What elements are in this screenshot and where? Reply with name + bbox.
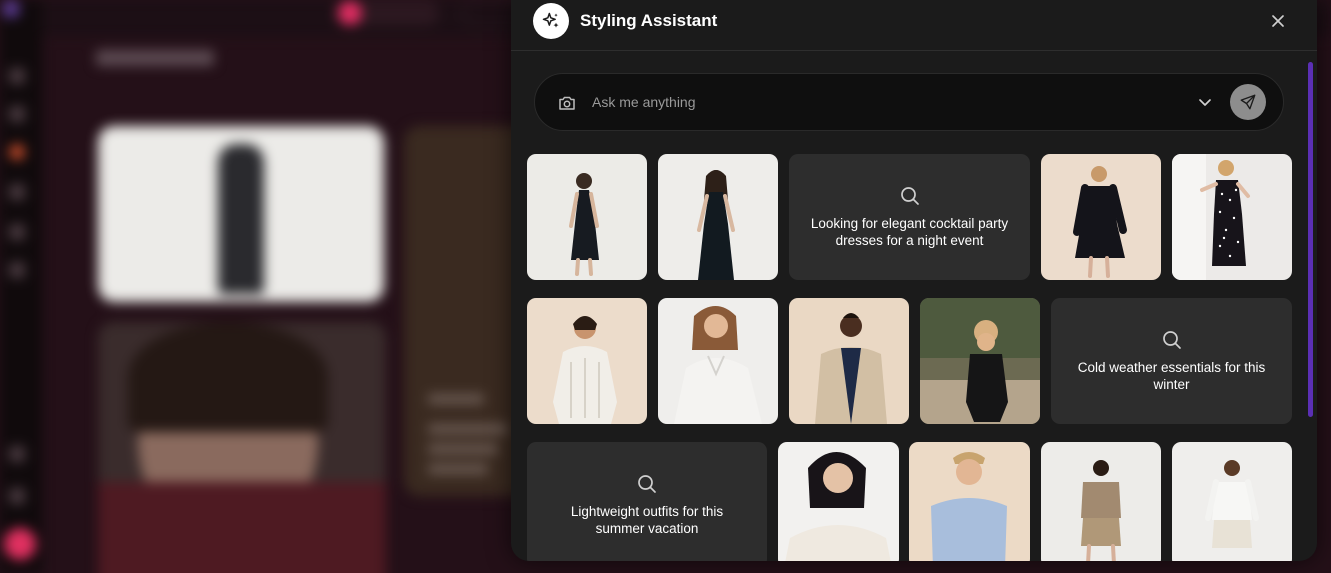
sidebar-icon xyxy=(9,446,25,462)
prompt-suggestion-cocktail[interactable]: Looking for elegant cocktail party dress… xyxy=(789,154,1030,280)
product-image-black-shift-dress[interactable] xyxy=(527,154,647,280)
scrollbar[interactable] xyxy=(1308,62,1313,417)
background-card xyxy=(98,126,384,302)
background-card xyxy=(98,322,386,573)
sidebar-icon xyxy=(9,184,25,200)
panel-header: Styling Assistant xyxy=(511,0,1317,51)
product-image-polka-dot-dress[interactable] xyxy=(1172,154,1292,280)
search-icon xyxy=(638,475,656,493)
prompt-text: Looking for elegant cocktail party dress… xyxy=(810,216,1009,248)
product-image-black-sweater-dress[interactable] xyxy=(1041,154,1161,280)
sidebar-icon xyxy=(9,224,25,240)
send-icon xyxy=(1240,94,1256,110)
background-heading xyxy=(96,50,214,66)
prompt-text: Cold weather essentials for this winter xyxy=(1077,360,1266,392)
dropdown-button[interactable] xyxy=(1195,92,1215,112)
product-image-beige-jacket[interactable] xyxy=(789,298,909,424)
close-button[interactable] xyxy=(1267,10,1289,32)
close-icon xyxy=(1272,15,1284,27)
search-icon xyxy=(900,187,919,205)
panel-title: Styling Assistant xyxy=(580,11,718,30)
sidebar-icon xyxy=(9,68,25,84)
search-icon xyxy=(1162,331,1181,349)
sparkle-icon xyxy=(533,3,569,39)
product-image-light-blue-tshirt[interactable] xyxy=(909,442,1030,561)
brand-logo xyxy=(2,0,20,18)
send-button[interactable] xyxy=(1230,84,1266,120)
sidebar-icon xyxy=(9,106,25,122)
avatar xyxy=(4,528,36,560)
product-image-cream-tshirt[interactable] xyxy=(778,442,899,561)
search-input[interactable] xyxy=(592,90,1172,114)
product-image-white-linen-set[interactable] xyxy=(1172,442,1292,561)
search-bar xyxy=(534,73,1284,131)
product-image-white-zip-sweatshirt[interactable] xyxy=(658,298,778,424)
camera-button[interactable] xyxy=(557,93,577,113)
prompt-suggestion-winter[interactable]: Cold weather essentials for this winter xyxy=(1051,298,1292,424)
prompt-suggestion-summer[interactable]: Lightweight outfits for this summer vaca… xyxy=(527,442,767,561)
background-card xyxy=(404,126,524,496)
background-sidebar xyxy=(0,0,42,573)
product-image-black-trench-coat[interactable] xyxy=(920,298,1040,424)
product-image-cable-knit-sweater[interactable] xyxy=(527,298,647,424)
background-pill xyxy=(334,0,439,26)
product-image-black-maxi-dress[interactable] xyxy=(658,154,778,280)
chevron-down-icon xyxy=(1199,99,1211,106)
sidebar-icon xyxy=(9,488,25,504)
prompt-text: Lightweight outfits for this summer vaca… xyxy=(570,504,724,536)
styling-assistant-panel: Styling Assistant Ask me anything Lookin… xyxy=(511,0,1317,561)
camera-icon xyxy=(559,96,575,110)
sidebar-icon xyxy=(9,144,25,160)
sidebar-icon xyxy=(9,262,25,278)
product-image-beige-shorts-set[interactable] xyxy=(1041,442,1161,561)
